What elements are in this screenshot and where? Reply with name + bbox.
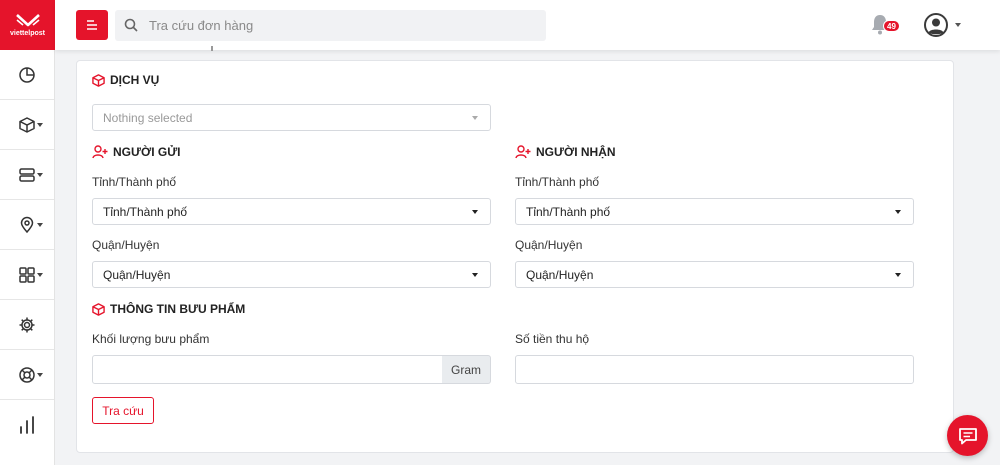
receiver-province-value: Tỉnh/Thành phố bbox=[526, 204, 611, 219]
sidebar-item-orders[interactable] bbox=[0, 100, 54, 150]
receiver-district-label: Quận/Huyện bbox=[515, 238, 583, 252]
chat-icon bbox=[958, 427, 977, 444]
receiver-section-title: NGƯỜI NHẬN bbox=[515, 145, 616, 159]
parcel-title-text: THÔNG TIN BƯU PHẨM bbox=[110, 302, 246, 316]
sender-district-select[interactable]: Quận/Huyện bbox=[92, 261, 491, 288]
bar-chart-icon bbox=[20, 416, 34, 434]
package-icon bbox=[92, 73, 105, 87]
user-avatar[interactable] bbox=[924, 13, 948, 42]
chart-pie-icon bbox=[19, 66, 35, 83]
sender-title-text: NGƯỜI GỬI bbox=[113, 145, 181, 159]
gear-icon bbox=[19, 317, 35, 332]
package-icon bbox=[19, 116, 35, 133]
weight-unit-addon: Gram bbox=[442, 355, 491, 384]
grid-icon bbox=[19, 266, 35, 283]
location-pin-icon bbox=[20, 216, 34, 233]
package-icon bbox=[92, 302, 105, 316]
logo-mark-icon bbox=[15, 14, 40, 27]
menu-toggle-button[interactable] bbox=[76, 10, 108, 40]
weight-unit-text: Gram bbox=[451, 362, 481, 377]
logo-text: viettelpost bbox=[9, 30, 45, 37]
receiver-district-value: Quận/Huyện bbox=[526, 267, 594, 282]
lifebuoy-icon bbox=[19, 366, 35, 383]
cod-amount-label: Số tiền thu hộ bbox=[515, 332, 590, 346]
weight-input[interactable] bbox=[92, 355, 443, 384]
service-select[interactable]: Nothing selected bbox=[92, 104, 491, 131]
sidebar-item-warehouse[interactable] bbox=[0, 150, 54, 200]
lookup-button[interactable]: Tra cứu bbox=[92, 397, 154, 424]
order-search-input[interactable] bbox=[149, 10, 539, 41]
cod-amount-input[interactable] bbox=[515, 355, 914, 384]
receiver-title-text: NGƯỜI NHẬN bbox=[536, 145, 616, 159]
sidebar-item-reports[interactable] bbox=[0, 400, 54, 450]
divider bbox=[211, 46, 213, 51]
sender-section-title: NGƯỜI GỬI bbox=[92, 145, 180, 159]
sender-province-label: Tỉnh/Thành phố bbox=[92, 175, 177, 189]
receiver-province-select[interactable]: Tỉnh/Thành phố bbox=[515, 198, 914, 225]
service-title-text: DỊCH VỤ bbox=[110, 73, 160, 87]
server-icon bbox=[19, 167, 35, 182]
user-plus-icon bbox=[515, 145, 531, 159]
notification-count-badge: 49 bbox=[883, 20, 900, 32]
sender-district-label: Quận/Huyện bbox=[92, 238, 160, 252]
order-search-box bbox=[115, 10, 546, 41]
chevron-down-icon bbox=[472, 210, 478, 214]
sidebar-item-dashboard[interactable] bbox=[0, 50, 54, 100]
service-select-value: Nothing selected bbox=[103, 110, 193, 125]
search-icon bbox=[124, 18, 138, 32]
sidebar-item-support[interactable] bbox=[0, 350, 54, 400]
hamburger-icon bbox=[87, 20, 97, 30]
user-circle-icon bbox=[924, 13, 948, 37]
top-bar: 49 bbox=[55, 0, 1000, 50]
chat-button[interactable] bbox=[947, 415, 988, 456]
sidebar-item-locations[interactable] bbox=[0, 200, 54, 250]
sender-province-value: Tỉnh/Thành phố bbox=[103, 204, 188, 219]
chevron-down-icon bbox=[37, 373, 43, 377]
chevron-down-icon bbox=[37, 273, 43, 277]
user-menu-caret-icon[interactable] bbox=[955, 23, 961, 27]
chevron-down-icon bbox=[37, 173, 43, 177]
chevron-down-icon bbox=[895, 210, 901, 214]
parcel-section-title: THÔNG TIN BƯU PHẨM bbox=[92, 302, 245, 316]
receiver-province-label: Tỉnh/Thành phố bbox=[515, 175, 600, 189]
chevron-down-icon bbox=[37, 223, 43, 227]
sender-province-select[interactable]: Tỉnh/Thành phố bbox=[92, 198, 491, 225]
sidebar: viettelpost bbox=[0, 0, 55, 465]
sender-district-value: Quận/Huyện bbox=[103, 267, 171, 282]
sidebar-item-apps[interactable] bbox=[0, 250, 54, 300]
weight-label: Khối lượng bưu phẩm bbox=[92, 332, 210, 346]
service-section-title: DỊCH VỤ bbox=[92, 73, 159, 87]
chevron-down-icon bbox=[895, 273, 901, 277]
chevron-down-icon bbox=[37, 123, 43, 127]
sidebar-item-settings[interactable] bbox=[0, 300, 54, 350]
chevron-down-icon bbox=[472, 116, 478, 120]
chevron-down-icon bbox=[472, 273, 478, 277]
receiver-district-select[interactable]: Quận/Huyện bbox=[515, 261, 914, 288]
user-plus-icon bbox=[92, 145, 108, 159]
viettelpost-logo[interactable]: viettelpost bbox=[0, 0, 55, 50]
